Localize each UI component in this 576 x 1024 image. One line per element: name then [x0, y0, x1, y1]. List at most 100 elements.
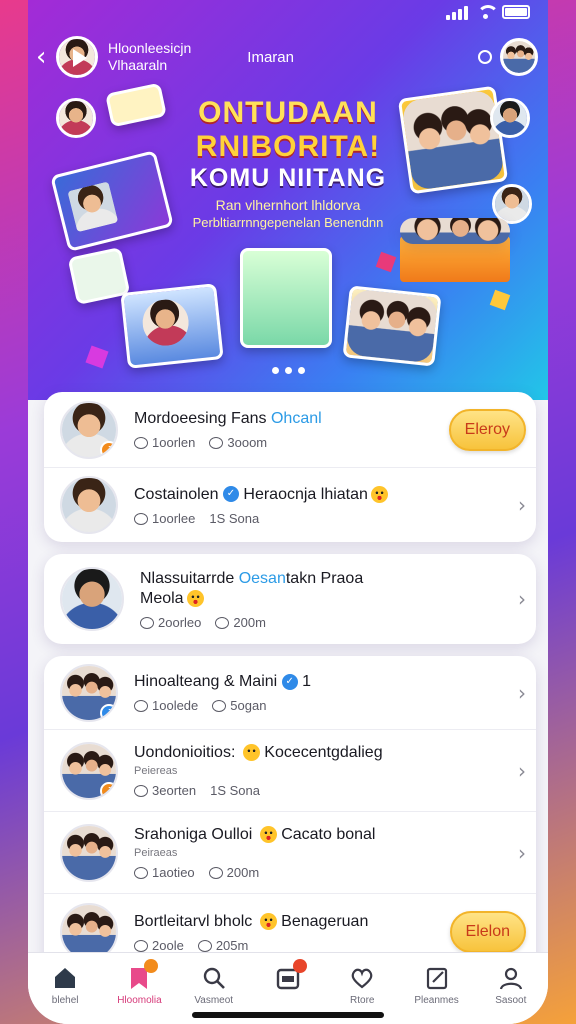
list-item[interactable]: ↗ Uondonioitios: Kocecentgdalieg Peierea… [44, 730, 536, 812]
bottom-tab-bar: blehel Hloomolia Vasmeot Rtore Pleanmes … [28, 952, 548, 1024]
chevron-right-icon[interactable]: › [518, 759, 526, 783]
item-title-line2: Meola [140, 589, 510, 609]
channel-avatar[interactable] [56, 36, 98, 78]
headline-line2: RNIBORITA! [195, 130, 381, 163]
tab-label: Pleanmes [414, 995, 459, 1006]
status-bar [446, 4, 530, 20]
hero-subtitle-line2: Perbltiarrnngepenelan Benendnn [192, 215, 384, 230]
carousel-dot[interactable] [271, 367, 279, 374]
avatar: ↗ [60, 663, 118, 722]
comment-count: 2oole [134, 938, 184, 953]
tab-edit[interactable]: Pleanmes [400, 965, 474, 1024]
cube-decoration [85, 345, 109, 369]
edit-icon [426, 967, 447, 990]
channel-title-line1: Hloonleesicjn [108, 40, 192, 56]
center-title: Imaran [247, 48, 294, 66]
cube-decoration [375, 251, 397, 273]
comment-count: 1aotieo [134, 865, 195, 880]
channel-title[interactable]: Hloonleesicjn Vlhaaraln [108, 40, 191, 74]
family-card-illustration [342, 285, 442, 367]
comment-count: 1oorlee [134, 511, 195, 526]
item-title: Bortleitarvl bholc Benageruan [134, 912, 369, 930]
back-icon[interactable]: ‹ [36, 42, 56, 72]
comment-count: 1oolede [134, 698, 198, 713]
tab-label: Sasoot [495, 995, 527, 1006]
comment-icon [215, 616, 230, 629]
item-title: Nlassuitarrde Oesantakn Praoa [140, 569, 364, 587]
badge-icon: ↗ [100, 703, 116, 720]
play-icon [73, 49, 87, 67]
comment-icon [197, 939, 212, 952]
tab-profile[interactable]: Sasoot [474, 965, 548, 1024]
item-title: Costainolen ✓ Heraocnja lhiatan [134, 485, 510, 505]
tab-bookmarks[interactable]: Hloomolia [102, 959, 176, 1024]
comment-icon [208, 867, 223, 879]
list-item[interactable]: ↗ Mordoeesing Fans Ohcanl 1oorlen 3ooom … [44, 392, 536, 468]
chevron-right-icon[interactable]: › [518, 587, 526, 611]
views-count: 3ooom [209, 435, 267, 450]
carousel-dot[interactable] [284, 367, 292, 374]
item-title: Mordoeesing Fans Ohcanl [134, 410, 322, 427]
hero-banner[interactable]: ‹ Hloonleesicjn Vlhaaraln Imaran ONTUDAA… [28, 0, 548, 400]
verified-icon: ✓ [222, 486, 239, 503]
emoji-icon [242, 744, 260, 762]
app-screen: ‹ Hloonleesicjn Vlhaaraln Imaran ONTUDAA… [28, 0, 548, 1024]
list-card: Nlassuitarrde Oesantakn Praoa Meola 2oor… [44, 554, 536, 644]
list-item[interactable]: Nlassuitarrde Oesantakn Praoa Meola 2oor… [44, 554, 536, 644]
views-count: 205m [197, 938, 248, 953]
list-card: ↗ Hinoalteang & Maini ✓ 1 1oolede 5ogan … [44, 656, 536, 970]
profile-avatar[interactable] [500, 38, 538, 76]
comment-icon [134, 785, 148, 797]
list-item[interactable]: Srahoniga Oulloi Cacato bonal Peiraeas 1… [44, 812, 536, 894]
tab-home[interactable]: blehel [28, 965, 102, 1024]
badge-icon: ↗ [100, 781, 116, 798]
headline-line1: ONTUDAAN [198, 96, 378, 129]
list-card: ↗ Mordoeesing Fans Ohcanl 1oorlen 3ooom … [44, 392, 536, 542]
emoji-icon [370, 485, 388, 503]
item-subtitle: Peiereas [134, 765, 178, 777]
item-subtitle: Peiraeas [134, 847, 178, 859]
comment-icon [212, 700, 227, 712]
tab-label: blehel [51, 995, 79, 1006]
emoji-icon [259, 826, 277, 844]
join-button[interactable]: Elelon [449, 911, 526, 953]
item-title: Uondonioitios: Kocecentgdalieg [134, 744, 383, 762]
views-count: 1S Sona [209, 510, 260, 526]
avatar [60, 567, 124, 631]
badge-icon: ↗ [100, 440, 116, 457]
home-indicator[interactable] [192, 1012, 384, 1018]
item-title: Srahoniga Oulloi Cacato bonal [134, 826, 376, 844]
headline-line3: KOMU NIITANG [189, 164, 387, 192]
list-item[interactable]: ↗ Hinoalteang & Maini ✓ 1 1oolede 5ogan … [44, 656, 536, 730]
home-icon [55, 968, 76, 988]
list-item[interactable]: Costainolen ✓ Heraocnja lhiatan 1oorlee … [44, 468, 536, 542]
emoji-icon [259, 912, 277, 930]
comment-icon [134, 867, 148, 879]
heart-icon [351, 968, 373, 989]
notification-badge [144, 959, 159, 973]
notification-badge [292, 959, 307, 973]
verified-icon: ✓ [281, 673, 298, 690]
chevron-right-icon[interactable]: › [518, 493, 526, 517]
carousel-dots[interactable] [28, 367, 548, 374]
battery-icon [502, 5, 530, 19]
carousel-dot[interactable] [297, 367, 305, 374]
comment-icon [140, 616, 154, 629]
comment-icon [134, 939, 148, 952]
avatar: ↗ [60, 741, 118, 800]
tab-label: Hloomolia [117, 995, 162, 1006]
views-count: 200m [215, 615, 266, 630]
tab-label: Vasmeot [194, 995, 234, 1006]
comment-icon [134, 437, 148, 449]
avatar [60, 823, 118, 882]
comment-count: 2oorleo [140, 615, 201, 630]
emoji-icon [186, 589, 204, 607]
cube-decoration [489, 289, 511, 311]
chevron-right-icon[interactable]: › [518, 681, 526, 705]
join-button[interactable]: Eleroy [448, 408, 526, 451]
comment-icon [134, 512, 148, 525]
chevron-right-icon[interactable]: › [518, 841, 526, 865]
comment-count: 1oorlen [134, 435, 195, 450]
comment-icon [134, 700, 148, 712]
app-window-illustration [240, 248, 332, 348]
